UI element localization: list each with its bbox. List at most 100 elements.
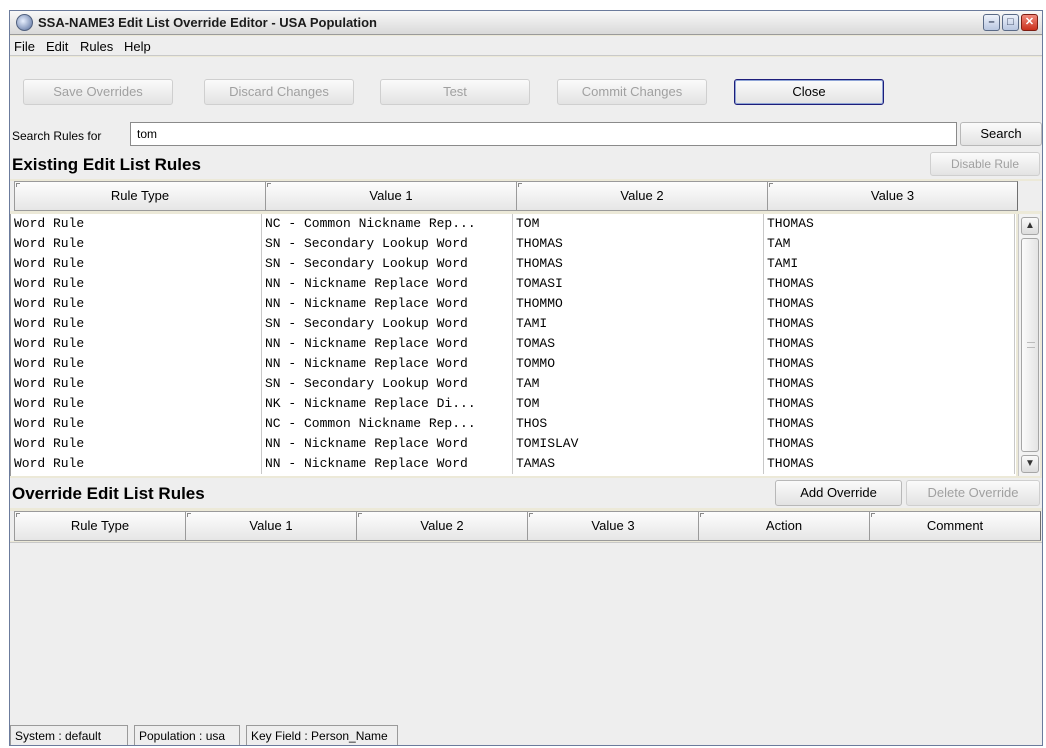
table-row[interactable]: Word Rule SN - Secondary Lookup Word THOMA… xyxy=(11,234,1016,254)
cell-value-2: THOMAS xyxy=(513,254,764,274)
toolbar: Save Overrides Discard Changes Test Comm… xyxy=(10,57,1042,119)
table-row[interactable]: Word Rule NN - Nickname Replace Word TAMAS… xyxy=(11,454,1016,474)
override-column-comment[interactable]: Comment xyxy=(869,511,1041,541)
cell-rule-type: Word Rule xyxy=(11,454,262,474)
table-row[interactable]: Word Rule NN - Nickname Replace Word TOMAS… xyxy=(11,274,1016,294)
cell-value-2: THOMMO xyxy=(513,294,764,314)
cell-rule-type: Word Rule xyxy=(11,274,262,294)
close-button[interactable]: Close xyxy=(734,79,884,105)
cell-value-1: NC - Common Nickname Rep... xyxy=(262,214,513,234)
cell-rule-type: Word Rule xyxy=(11,334,262,354)
cell-value-1: NN - Nickname Replace Word xyxy=(262,334,513,354)
menu-rules[interactable]: Rules xyxy=(80,39,113,54)
cell-value-3: THOMAS xyxy=(764,434,1015,454)
override-column-value-2[interactable]: Value 2 xyxy=(356,511,528,541)
test-button[interactable]: Test xyxy=(380,79,530,105)
discard-changes-button[interactable]: Discard Changes xyxy=(204,79,354,105)
add-override-button[interactable]: Add Override xyxy=(775,480,902,506)
close-window-button[interactable]: ✕ xyxy=(1021,14,1038,31)
table-row[interactable]: Word Rule NN - Nickname Replace Word TOMIS… xyxy=(11,434,1016,454)
table-row[interactable]: Word Rule SN - Secondary Lookup Word TAMI T… xyxy=(11,314,1016,334)
cell-value-3: TAM xyxy=(764,234,1015,254)
status-population: Population : usa xyxy=(134,725,240,745)
cell-value-2: TAM xyxy=(513,374,764,394)
cell-rule-type: Word Rule xyxy=(11,414,262,434)
grip-icon xyxy=(1027,342,1035,348)
menu-bar: File Edit Rules Help xyxy=(10,36,1042,56)
cell-value-3: THOMAS xyxy=(764,314,1015,334)
table-row[interactable]: Word Rule SN - Secondary Lookup Word THOMA… xyxy=(11,254,1016,274)
menu-file[interactable]: File xyxy=(14,39,35,54)
menu-edit[interactable]: Edit xyxy=(46,39,68,54)
disable-rule-button[interactable]: Disable Rule xyxy=(930,152,1040,176)
cell-value-1: NC - Common Nickname Rep... xyxy=(262,414,513,434)
cell-value-1: NN - Nickname Replace Word xyxy=(262,434,513,454)
override-column-action[interactable]: Action xyxy=(698,511,870,541)
table-row[interactable]: Word Rule NC - Common Nickname Rep... TOM T… xyxy=(11,214,1016,234)
override-column-rule-type[interactable]: Rule Type xyxy=(14,511,186,541)
existing-rules-table: Word Rule NC - Common Nickname Rep... TOM T… xyxy=(10,214,1016,476)
cell-value-1: SN - Secondary Lookup Word xyxy=(262,374,513,394)
search-input[interactable] xyxy=(130,122,957,146)
override-rules-header: Override Edit List Rules Add Override De… xyxy=(10,478,1042,508)
cell-rule-type: Word Rule xyxy=(11,354,262,374)
table-row[interactable]: Word Rule SN - Secondary Lookup Word TAM TH… xyxy=(11,374,1016,394)
cell-value-2: TOMASI xyxy=(513,274,764,294)
maximize-button[interactable]: □ xyxy=(1002,14,1019,31)
delete-override-button[interactable]: Delete Override xyxy=(906,480,1040,506)
cell-value-2: THOMAS xyxy=(513,234,764,254)
cell-value-3: THOMAS xyxy=(764,414,1015,434)
column-header-rule-type[interactable]: Rule Type xyxy=(14,181,266,211)
search-button[interactable]: Search xyxy=(960,122,1042,146)
override-column-value-3[interactable]: Value 3 xyxy=(527,511,699,541)
cell-rule-type: Word Rule xyxy=(11,254,262,274)
cell-rule-type: Word Rule xyxy=(11,314,262,334)
search-label: Search Rules for xyxy=(12,129,102,143)
scroll-down-icon[interactable]: ▼ xyxy=(1021,455,1039,473)
cell-value-2: TAMAS xyxy=(513,454,764,474)
cell-rule-type: Word Rule xyxy=(11,374,262,394)
existing-rules-title: Existing Edit List Rules xyxy=(12,155,201,174)
table-row[interactable]: Word Rule NN - Nickname Replace Word TOMMO… xyxy=(11,354,1016,374)
cell-rule-type: Word Rule xyxy=(11,214,262,234)
override-editor-window: SSA-NAME3 Edit List Override Editor - US… xyxy=(9,10,1043,746)
cell-rule-type: Word Rule xyxy=(11,234,262,254)
cell-value-1: NN - Nickname Replace Word xyxy=(262,454,513,474)
title-bar[interactable]: SSA-NAME3 Edit List Override Editor - US… xyxy=(10,11,1042,35)
column-header-value-2[interactable]: Value 2 xyxy=(516,181,768,211)
scroll-up-icon[interactable]: ▲ xyxy=(1021,217,1039,235)
table-row[interactable]: Word Rule NC - Common Nickname Rep... THOS… xyxy=(11,414,1016,434)
scrollbar-thumb[interactable] xyxy=(1021,238,1039,452)
cell-value-2: TAMI xyxy=(513,314,764,334)
table-row[interactable]: Word Rule NK - Nickname Replace Di... TOM T… xyxy=(11,394,1016,414)
table-row[interactable]: Word Rule NN - Nickname Replace Word TOMAS… xyxy=(11,334,1016,354)
minimize-button[interactable]: – xyxy=(983,14,1000,31)
cell-rule-type: Word Rule xyxy=(11,294,262,314)
status-bar: System : default Population : usa Key Fi… xyxy=(10,725,1042,745)
cell-value-2: TOMISLAV xyxy=(513,434,764,454)
save-overrides-button[interactable]: Save Overrides xyxy=(23,79,173,105)
cell-value-2: TOM xyxy=(513,394,764,414)
cell-value-3: THOMAS xyxy=(764,354,1015,374)
column-header-value-3[interactable]: Value 3 xyxy=(767,181,1018,211)
existing-rules-scrollbar[interactable]: ▲ ▼ xyxy=(1018,214,1040,476)
cell-value-3: THOMAS xyxy=(764,214,1015,234)
cell-value-1: NK - Nickname Replace Di... xyxy=(262,394,513,414)
app-gear-icon xyxy=(16,14,33,31)
cell-value-3: THOMAS xyxy=(764,374,1015,394)
commit-changes-button[interactable]: Commit Changes xyxy=(557,79,707,105)
override-column-value-1[interactable]: Value 1 xyxy=(185,511,357,541)
cell-value-3: THOMAS xyxy=(764,454,1015,474)
column-header-value-1[interactable]: Value 1 xyxy=(265,181,517,211)
status-key-field: Key Field : Person_Name xyxy=(246,725,398,745)
cell-value-3: TAMI xyxy=(764,254,1015,274)
cell-value-3: THOMAS xyxy=(764,274,1015,294)
menu-help[interactable]: Help xyxy=(124,39,151,54)
cell-value-1: SN - Secondary Lookup Word xyxy=(262,234,513,254)
override-rules-table[interactable] xyxy=(10,542,1042,745)
cell-rule-type: Word Rule xyxy=(11,394,262,414)
existing-rules-header: Existing Edit List Rules Disable Rule xyxy=(10,149,1042,179)
cell-value-3: THOMAS xyxy=(764,294,1015,314)
table-row[interactable]: Word Rule NN - Nickname Replace Word THOMM… xyxy=(11,294,1016,314)
cell-value-1: SN - Secondary Lookup Word xyxy=(262,314,513,334)
